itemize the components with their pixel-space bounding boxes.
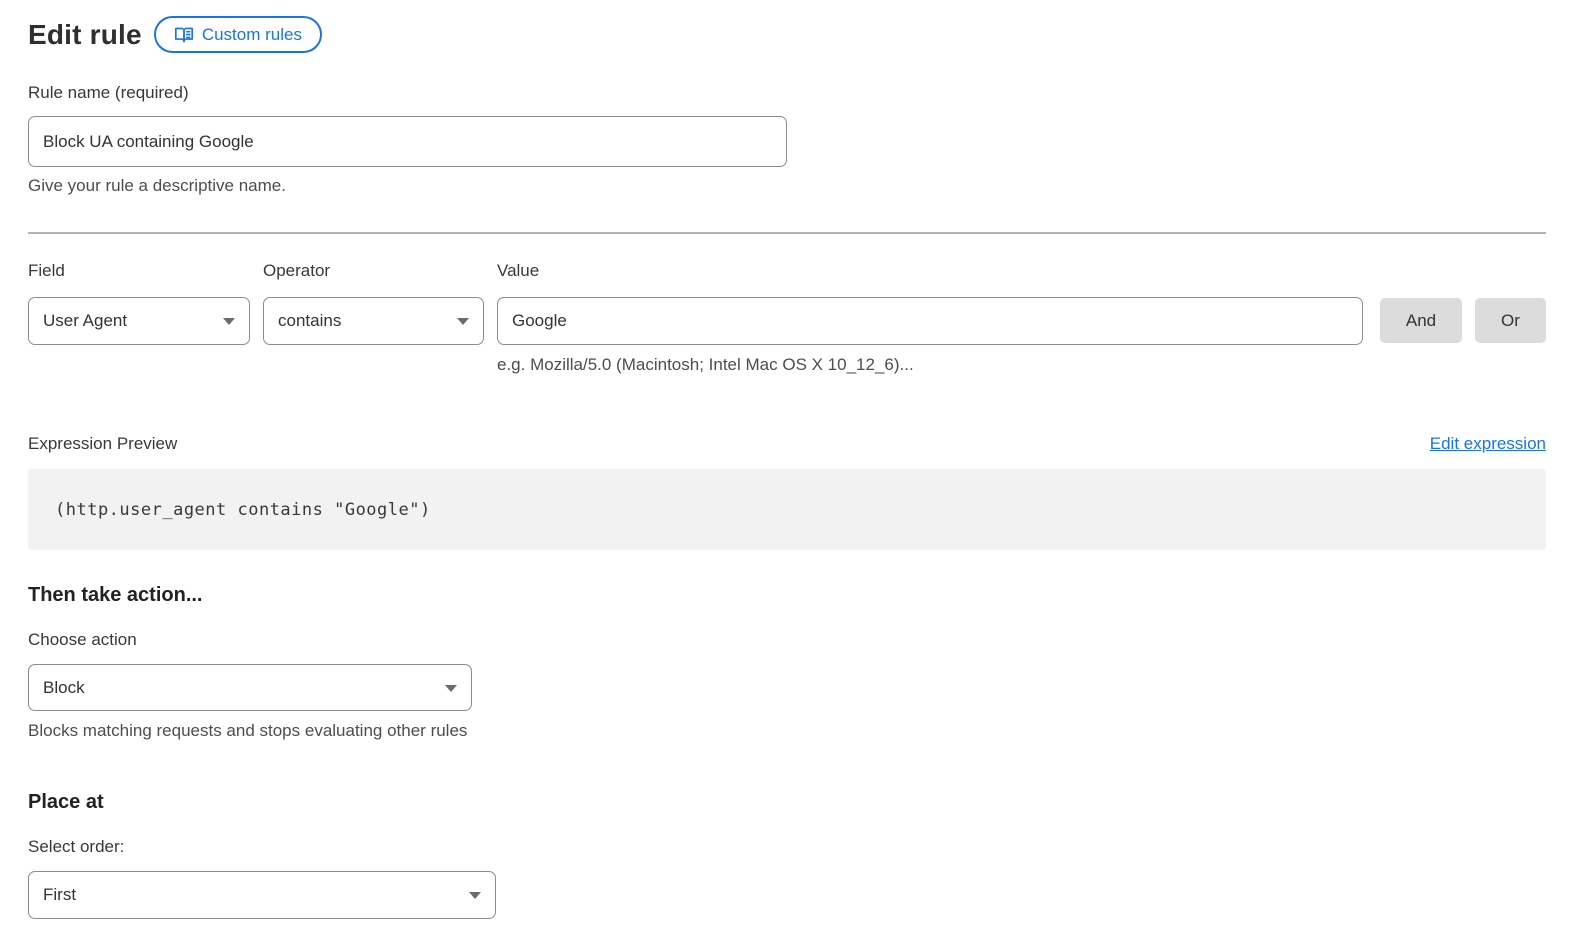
value-column: Value — [497, 261, 1363, 345]
action-select[interactable]: Block — [28, 664, 472, 711]
rule-name-input[interactable] — [28, 116, 787, 167]
edit-rule-page: Edit rule Custom rules Rule name (requir… — [0, 0, 1587, 919]
custom-rules-badge-label: Custom rules — [202, 25, 302, 45]
order-select-value: First — [43, 885, 76, 905]
caret-down-icon — [445, 685, 457, 692]
value-input[interactable] — [497, 297, 1363, 345]
page-header: Edit rule Custom rules — [28, 16, 1546, 53]
expression-preview-box: (http.user_agent contains "Google") — [28, 469, 1546, 550]
field-select-value: User Agent — [43, 311, 127, 331]
select-order-label: Select order: — [28, 837, 1546, 857]
action-select-value: Block — [43, 678, 85, 698]
field-select[interactable]: User Agent — [28, 297, 250, 345]
expression-code: (http.user_agent contains "Google") — [55, 500, 431, 520]
section-divider — [28, 232, 1546, 234]
operator-column: Operator contains — [263, 261, 484, 345]
field-label: Field — [28, 261, 250, 281]
value-help: e.g. Mozilla/5.0 (Macintosh; Intel Mac O… — [497, 355, 1546, 375]
expression-header: Expression Preview Edit expression — [28, 434, 1546, 454]
edit-expression-link[interactable]: Edit expression — [1430, 434, 1546, 454]
book-icon — [174, 26, 194, 44]
operator-select-value: contains — [278, 311, 341, 331]
action-section-heading: Then take action... — [28, 584, 1546, 607]
rule-name-help: Give your rule a descriptive name. — [28, 176, 1546, 196]
choose-action-label: Choose action — [28, 630, 1546, 650]
rule-name-label: Rule name (required) — [28, 83, 1546, 103]
value-label: Value — [497, 261, 1363, 281]
operator-select[interactable]: contains — [263, 297, 484, 345]
and-button[interactable]: And — [1380, 298, 1462, 343]
caret-down-icon — [469, 892, 481, 899]
custom-rules-badge[interactable]: Custom rules — [154, 16, 322, 53]
page-title: Edit rule — [28, 19, 142, 51]
rule-name-group: Rule name (required) Give your rule a de… — [28, 83, 1546, 196]
operator-label: Operator — [263, 261, 484, 281]
order-select[interactable]: First — [28, 871, 496, 919]
or-button[interactable]: Or — [1475, 298, 1546, 343]
caret-down-icon — [457, 318, 469, 325]
condition-row: Field User Agent Operator contains Value… — [28, 261, 1546, 345]
expression-preview-label: Expression Preview — [28, 434, 177, 454]
caret-down-icon — [223, 318, 235, 325]
placement-section-heading: Place at — [28, 791, 1546, 814]
field-column: Field User Agent — [28, 261, 250, 345]
action-help: Blocks matching requests and stops evalu… — [28, 721, 1546, 741]
